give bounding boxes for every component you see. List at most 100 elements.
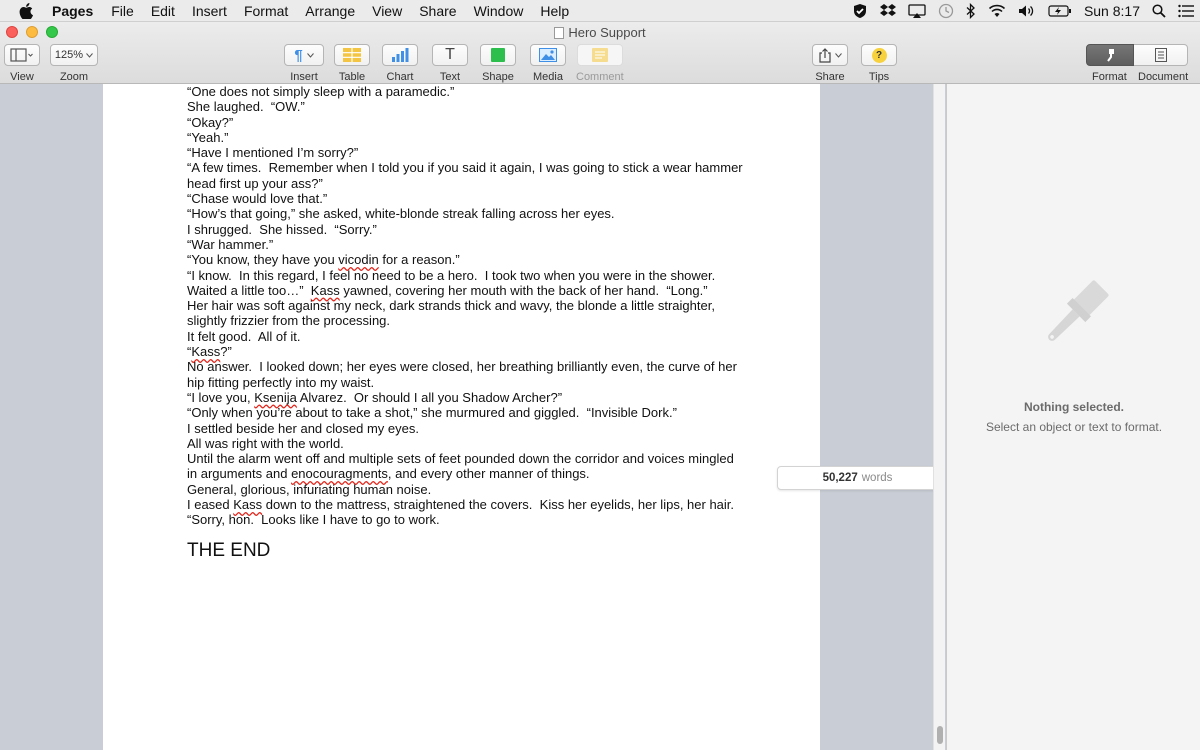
menu-view[interactable]: View — [372, 3, 402, 19]
menu-format[interactable]: Format — [244, 3, 288, 19]
misspelled-word[interactable]: Kass — [233, 497, 262, 512]
document-page[interactable]: “One does not simply sleep with a parame… — [103, 84, 820, 750]
chart-button[interactable]: Chart — [382, 44, 418, 83]
view-control[interactable] — [4, 44, 40, 66]
table-control[interactable] — [334, 44, 370, 66]
tips-button[interactable]: ? Tips — [861, 44, 897, 83]
document-proxy-icon[interactable] — [554, 26, 565, 39]
text-line[interactable]: “How’s that going,” she asked, white-blo… — [187, 206, 747, 221]
text-line[interactable]: Her hair was soft against my neck, dark … — [187, 298, 747, 329]
misspelled-word[interactable]: Kass — [311, 283, 340, 298]
text-line[interactable]: Until the alarm went off and multiple se… — [187, 451, 747, 482]
document-label: Document — [1138, 71, 1189, 83]
text-line[interactable]: I eased Kass down to the mattress, strai… — [187, 497, 747, 512]
shape-control[interactable] — [480, 44, 516, 66]
scrollbar-thumb[interactable] — [937, 726, 943, 744]
volume-icon[interactable] — [1018, 0, 1036, 22]
checkmark-shield-icon[interactable] — [852, 0, 868, 22]
shape-button[interactable]: Shape — [480, 44, 516, 83]
comment-control[interactable] — [576, 44, 623, 66]
airplay-icon[interactable] — [908, 0, 926, 22]
document-body[interactable]: “One does not simply sleep with a parame… — [187, 84, 747, 560]
text-line[interactable]: I settled beside her and closed my eyes. — [187, 421, 747, 436]
tips-control[interactable]: ? — [861, 44, 897, 66]
text-box-glyph[interactable]: T — [432, 44, 468, 66]
media-control[interactable] — [530, 44, 566, 66]
word-count-badge[interactable]: 50,227 words — [777, 466, 933, 490]
bluetooth-icon[interactable] — [966, 0, 976, 22]
text-line[interactable]: “Have I mentioned I’m sorry?” — [187, 145, 747, 160]
misspelled-word[interactable]: vicodin — [338, 252, 378, 267]
comment-note-icon — [591, 48, 608, 62]
table-label: Table — [338, 71, 366, 83]
chevron-down-icon — [306, 52, 314, 58]
document-inspector-button[interactable] — [1134, 44, 1188, 66]
insert-button[interactable]: ¶ Insert — [284, 44, 324, 83]
menubar-clock[interactable]: Sun 8:17 — [1084, 0, 1140, 22]
text-line[interactable]: “You know, they have you vicodin for a r… — [187, 252, 747, 267]
text-line[interactable]: I shrugged. She hissed. “Sorry.” — [187, 222, 747, 237]
text-line[interactable]: “Chase would love that.” — [187, 191, 747, 206]
text-line[interactable]: “Only when you’re about to take a shot,”… — [187, 405, 747, 420]
text-line[interactable]: “Yeah.” — [187, 130, 747, 145]
menu-app-pages[interactable]: Pages — [52, 3, 93, 19]
text-line[interactable]: General, glorious, infuriating human noi… — [187, 482, 747, 497]
misspelled-word[interactable]: Ksenija — [254, 390, 297, 405]
status-area: Sun 8:17 — [852, 0, 1194, 22]
notification-center-icon[interactable] — [1178, 0, 1194, 22]
insert-control[interactable]: ¶ — [284, 44, 324, 66]
text-button[interactable]: T Text — [432, 44, 468, 83]
zoom-select[interactable]: 125% — [50, 44, 98, 66]
menu-arrange[interactable]: Arrange — [305, 3, 355, 19]
square-shape-icon — [491, 48, 505, 62]
window-title: Hero Support — [0, 25, 1200, 40]
view-button[interactable]: View — [4, 44, 40, 83]
table-button[interactable]: Table — [334, 44, 370, 83]
document-canvas: “One does not simply sleep with a parame… — [0, 84, 933, 750]
spotlight-search-icon[interactable] — [1152, 0, 1166, 22]
text-line[interactable]: “I know. In this regard, I feel no need … — [187, 268, 747, 299]
text-line[interactable]: “War hammer.” — [187, 237, 747, 252]
chart-label: Chart — [386, 71, 414, 83]
misspelled-word[interactable]: enocouragments — [291, 466, 388, 481]
table-icon — [343, 48, 361, 62]
vertical-scrollbar[interactable] — [933, 84, 945, 750]
comment-button[interactable]: Comment — [576, 44, 624, 83]
text-line[interactable]: She laughed. “OW.” — [187, 99, 747, 114]
menu-share[interactable]: Share — [419, 3, 456, 19]
apple-menu-icon[interactable] — [16, 2, 36, 19]
zoom-button[interactable]: 125% Zoom — [50, 44, 98, 83]
shape-label: Shape — [482, 71, 514, 83]
chart-control[interactable] — [382, 44, 418, 66]
time-machine-icon[interactable] — [938, 0, 954, 22]
chevron-down-icon — [834, 52, 842, 58]
format-inspector-button[interactable] — [1086, 44, 1134, 66]
text-line[interactable]: “I love you, Ksenija Alvarez. Or should … — [187, 390, 747, 405]
menu-help[interactable]: Help — [540, 3, 569, 19]
text-line[interactable]: No answer. I looked down; her eyes were … — [187, 359, 747, 390]
text-line[interactable]: “A few times. Remember when I told you i… — [187, 160, 747, 191]
tips-question-icon: ? — [871, 47, 887, 63]
menu-edit[interactable]: Edit — [151, 3, 175, 19]
dropbox-icon[interactable] — [879, 0, 896, 22]
menu-insert[interactable]: Insert — [192, 3, 227, 19]
share-control[interactable] — [812, 44, 848, 66]
battery-charging-icon[interactable] — [1048, 0, 1072, 22]
menu-window[interactable]: Window — [474, 3, 524, 19]
text-line[interactable]: “Okay?” — [187, 115, 747, 130]
share-button[interactable]: Share — [812, 44, 848, 83]
text-line[interactable]: “Kass?” — [187, 344, 747, 359]
text-line[interactable]: “One does not simply sleep with a parame… — [187, 84, 747, 99]
media-button[interactable]: Media — [530, 44, 566, 83]
pilcrow-icon: ¶ — [294, 46, 303, 64]
wifi-icon[interactable] — [988, 0, 1006, 22]
text-line[interactable]: “Sorry, hon. Looks like I have to go to … — [187, 512, 747, 527]
text-line[interactable]: All was right with the world. — [187, 436, 747, 451]
menu-file[interactable]: File — [111, 3, 134, 19]
comment-label: Comment — [576, 71, 624, 83]
misspelled-word[interactable]: Kass — [191, 344, 220, 359]
format-inspector-panel: Nothing selected. Select an object or te… — [946, 84, 1200, 750]
the-end-heading[interactable]: THE END — [187, 540, 747, 559]
toolbar: Hero Support View 125% Zoom ¶ Insert Tab… — [0, 22, 1200, 84]
text-line[interactable]: It felt good. All of it. — [187, 329, 747, 344]
